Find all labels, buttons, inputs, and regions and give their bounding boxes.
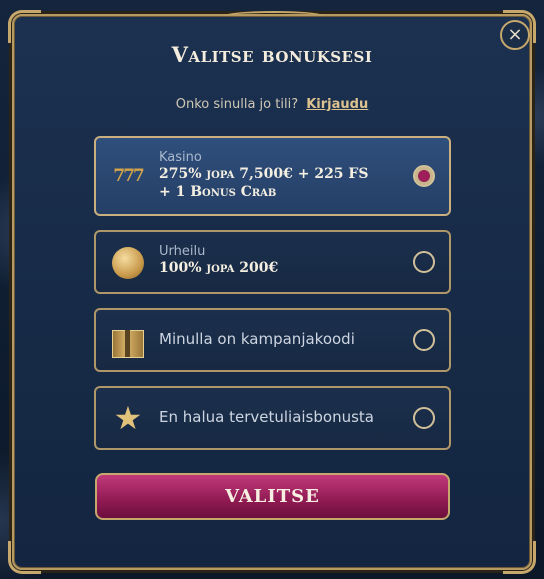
- corner-ornament: [8, 541, 41, 574]
- radio-unselected[interactable]: [413, 251, 435, 273]
- login-link[interactable]: Kirjaudu: [306, 97, 368, 112]
- corner-ornament: [503, 541, 536, 574]
- option-casino[interactable]: 777 Kasino 275% jopa 7,500€ + 225 FS + 1…: [94, 136, 451, 216]
- modal-title: Valitse bonuksesi: [171, 42, 373, 67]
- login-prompt: Onko sinulla jo tili?: [175, 97, 299, 112]
- option-category: Urheilu: [159, 244, 206, 259]
- select-button[interactable]: VALITSE: [95, 473, 450, 520]
- radio-unselected[interactable]: [413, 329, 435, 351]
- option-label: Minulla on kampanjakoodi: [159, 330, 355, 348]
- football-icon: [110, 244, 146, 280]
- slot-777-icon: 777: [113, 166, 144, 186]
- option-sports[interactable]: Urheilu 100% jopa 200€: [94, 230, 451, 294]
- radio-unselected[interactable]: [413, 407, 435, 429]
- option-no-bonus[interactable]: ★ En halua tervetuliaisbonusta: [94, 386, 451, 450]
- option-offer-line1: 100% jopa 200€: [159, 260, 279, 276]
- top-ornament: [224, 11, 324, 21]
- star-icon: ★: [113, 399, 143, 437]
- radio-selected[interactable]: [413, 165, 435, 187]
- corner-ornament: [8, 10, 41, 43]
- option-offer-line2: + 1 Bonus Crab: [159, 184, 277, 200]
- option-offer-line1: 275% jopa 7,500€ + 225 FS: [159, 166, 369, 182]
- option-label: En halua tervetuliaisbonusta: [159, 408, 374, 426]
- option-category: Kasino: [159, 150, 202, 165]
- login-prompt-row: Onko sinulla jo tili? Kirjaudu: [0, 97, 544, 112]
- gift-box-icon: [110, 322, 146, 358]
- option-promo-code[interactable]: Minulla on kampanjakoodi: [94, 308, 451, 372]
